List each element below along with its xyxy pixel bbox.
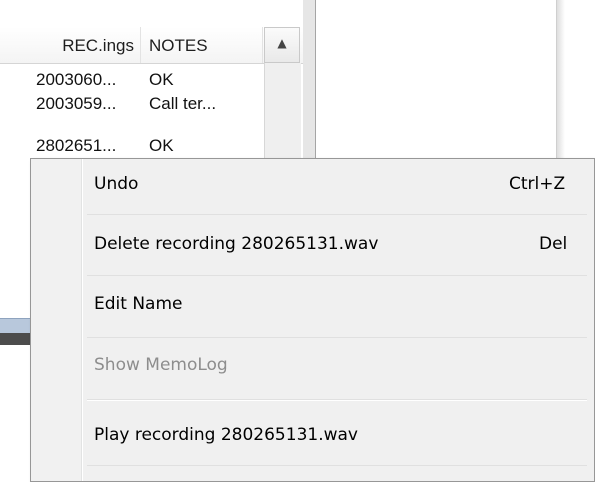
triangle-up-icon: ▲ [277,36,287,50]
cell-notes: OK [149,136,174,155]
cell-recording: 2003059... [36,94,117,113]
menu-item-edit-name[interactable]: Edit Name [34,279,590,329]
menu-divider [87,337,587,338]
menu-divider [87,214,587,215]
window-edge-dark [0,333,30,345]
menu-item-delete-recording[interactable]: Delete recording 280265131.wav Del [34,219,590,269]
column-header-recordings[interactable]: REC.ings [0,27,141,63]
menu-item-undo[interactable]: Undo Ctrl+Z [34,159,590,209]
menu-separator-highlight [87,400,587,401]
menu-item-shortcut: Ctrl+Z [509,174,566,194]
scroll-up-button[interactable]: ▲ [264,27,300,63]
menu-item-play-recording[interactable]: Play recording 280265131.wav [34,410,590,460]
menu-item-label: Play recording 280265131.wav [94,425,358,445]
right-panel-shadow [557,0,565,170]
cell-notes: OK [149,70,174,89]
list-header: REC.ings NOTES [0,27,303,64]
window-edge-highlight [0,318,30,333]
menu-item-label: Delete recording 280265131.wav [94,234,379,254]
list-row[interactable]: 2003060... OK [0,68,264,92]
menu-item-label: Undo [94,174,139,194]
cell-notes: Call ter... [149,94,217,113]
menu-item-show-memolog: Show MemoLog [34,340,590,390]
context-menu: Undo Ctrl+Z Delete recording 280265131.w… [30,158,595,482]
column-header-notes[interactable]: NOTES [141,27,263,63]
menu-item-label: Show MemoLog [94,355,228,375]
menu-divider [87,275,587,276]
cell-recording: 2802651... [36,136,117,155]
menu-divider [87,465,587,466]
cell-recording: 2003060... [36,70,117,89]
menu-item-shortcut: Del [539,234,568,254]
splitter-bar[interactable] [303,0,316,160]
menu-item-label: Edit Name [94,294,183,314]
list-row[interactable]: 2802651... OK [0,134,264,158]
list-row[interactable]: 2003059... Call ter... [0,92,264,116]
